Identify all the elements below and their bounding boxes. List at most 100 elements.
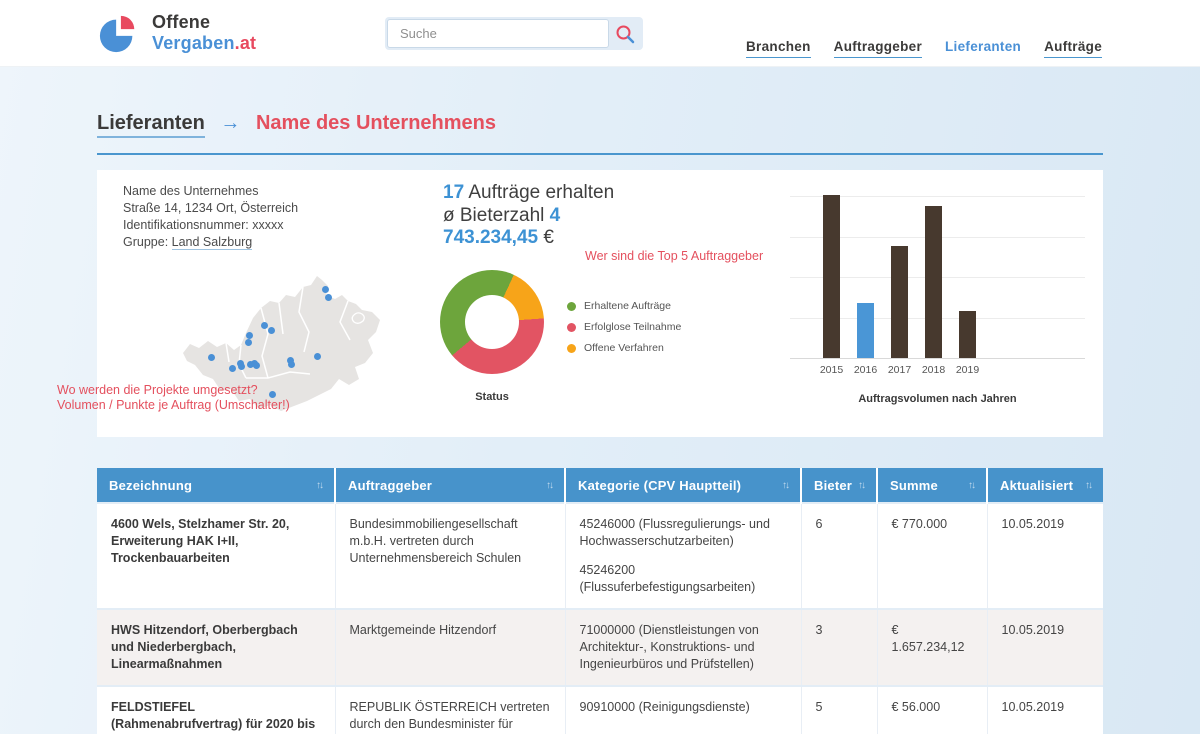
cell-summe: € 770.000 [877, 503, 987, 609]
legend-dot-green [567, 302, 576, 311]
sort-icon: ↑↓ [858, 480, 864, 491]
map-dot [245, 339, 252, 346]
sort-icon: ↑↓ [316, 480, 322, 491]
map-dot [246, 332, 253, 339]
company-identification: Identifikationsnummer: xxxxx [123, 217, 393, 234]
orders-label: Aufträge erhalten [468, 182, 614, 203]
search-button[interactable] [609, 19, 641, 48]
cell-aktualisiert: 10.05.2019 [987, 609, 1103, 686]
column-header-bieter[interactable]: Bieter↑↓ [801, 468, 877, 503]
contracts-table: Bezeichnung↑↓ Auftraggeber↑↓ Kategorie (… [97, 468, 1103, 734]
key-stats: 17 Aufträge erhalten ø Bieterzahl 4 743.… [443, 182, 614, 250]
page-title: Name des Unternehmens [256, 112, 496, 134]
search-icon [614, 23, 636, 45]
legend-label: Erfolglose Teilnahme [584, 321, 681, 333]
sort-icon: ↑↓ [782, 480, 788, 491]
company-name: Name des Unternehmes [123, 183, 393, 200]
currency-sign: € [543, 227, 554, 248]
orders-count: 17 [443, 182, 464, 203]
legend-dot-red [567, 323, 576, 332]
nav-item-auftraggeber[interactable]: Auftraggeber [834, 39, 922, 58]
cell-summe: € 56.000 [877, 686, 987, 734]
table-row[interactable]: HWS Hitzendorf, Oberbergbach und Niederb… [97, 609, 1103, 686]
main-navigation: Branchen Auftraggeber Lieferanten Aufträ… [746, 39, 1102, 58]
breadcrumb-link-lieferanten[interactable]: Lieferanten [97, 112, 205, 138]
bar-chart-title: Auftragsvolumen nach Jahren [790, 393, 1085, 405]
cpv-code: 45246200 (Flussuferbefestigungsarbeiten) [580, 562, 787, 596]
cell-kategorie: 90910000 (Reinigungsdienste) [565, 686, 801, 734]
table-header-row: Bezeichnung↑↓ Auftraggeber↑↓ Kategorie (… [97, 468, 1103, 503]
cell-summe: € 1.657.234,12 [877, 609, 987, 686]
cell-aktualisiert: 10.05.2019 [987, 686, 1103, 734]
legend-label: Offene Verfahren [584, 342, 664, 354]
column-header-bezeichnung[interactable]: Bezeichnung↑↓ [97, 468, 335, 503]
sort-icon: ↑↓ [1085, 480, 1091, 491]
table-row[interactable]: FELDSTIEFEL (Rahmenabrufvertrag) für 202… [97, 686, 1103, 734]
cell-bezeichnung: FELDSTIEFEL (Rahmenabrufvertrag) für 202… [97, 686, 335, 734]
column-header-summe[interactable]: Summe↑↓ [877, 468, 987, 503]
column-header-aktualisiert[interactable]: Aktualisiert↑↓ [987, 468, 1103, 503]
nav-item-lieferanten[interactable]: Lieferanten [945, 39, 1021, 58]
breadcrumb-arrow-icon: → [220, 112, 240, 134]
sort-icon: ↑↓ [968, 480, 974, 491]
logo-word-at: .at [235, 33, 257, 53]
legend-item-erfolglose: Erfolglose Teilnahme [567, 321, 681, 333]
cell-bieter: 5 [801, 686, 877, 734]
top-header: Offene Vergaben.at Branchen Auftraggeber… [0, 0, 1200, 67]
map-dot [229, 365, 236, 372]
cell-auftraggeber: Bundesimmobiliengesellschaft m.b.H. vert… [335, 503, 565, 609]
bar-2018 [925, 206, 942, 358]
map-dot [269, 391, 276, 398]
map-dot [261, 322, 268, 329]
page: { "colors": { "accent_blue": "#4a96ce", … [0, 0, 1200, 734]
map-toggle-annotation: Volumen / Punkte je Auftrag (Umschalter!… [57, 398, 290, 413]
section-divider [97, 153, 1103, 155]
cpv-code: 90910000 (Reinigungsdienste) [580, 699, 787, 716]
cell-kategorie: 45246000 (Flussregulierungs- und Hochwas… [565, 503, 801, 609]
cell-aktualisiert: 10.05.2019 [987, 503, 1103, 609]
cell-bieter: 6 [801, 503, 877, 609]
cell-kategorie: 71000000 (Dienstleistungen von Architekt… [565, 609, 801, 686]
map-dot [253, 362, 260, 369]
site-logo[interactable]: Offene Vergaben.at [98, 10, 256, 56]
company-info: Name des Unternehmes Straße 14, 1234 Ort… [123, 183, 393, 251]
map-dot [322, 286, 329, 293]
donut-chart-title: Status [440, 391, 544, 403]
bar-2016 [857, 303, 874, 358]
total-sum: 743.234,45 [443, 227, 538, 248]
group-label: Gruppe: [123, 235, 172, 249]
sort-icon: ↑↓ [546, 480, 552, 491]
bar-2019 [959, 311, 976, 358]
table-row[interactable]: 4600 Wels, Stelzhamer Str. 20, Erweiteru… [97, 503, 1103, 609]
company-group: Gruppe: Land Salzburg [123, 234, 393, 251]
cpv-code: 45246000 (Flussregulierungs- und Hochwas… [580, 516, 787, 550]
breadcrumb: Lieferanten → Name des Unternehmens [97, 112, 496, 135]
legend-label: Erhaltene Aufträge [584, 300, 671, 312]
cell-bezeichnung: HWS Hitzendorf, Oberbergbach und Niederb… [97, 609, 335, 686]
bar-chart-volume-by-year: 20152016201720182019 [790, 196, 1085, 359]
column-header-kategorie[interactable]: Kategorie (CPV Hauptteil)↑↓ [565, 468, 801, 503]
logo-text: Offene Vergaben.at [152, 12, 256, 54]
bar-2017 [891, 246, 908, 358]
group-link[interactable]: Land Salzburg [172, 235, 253, 250]
bidders-count: 4 [550, 205, 561, 226]
map-question-annotation: Wo werden die Projekte umgesetzt? [57, 383, 258, 398]
column-header-auftraggeber[interactable]: Auftraggeber↑↓ [335, 468, 565, 503]
nav-item-auftraege[interactable]: Aufträge [1044, 39, 1102, 58]
legend-item-offene: Offene Verfahren [567, 342, 681, 354]
map-dot [268, 327, 275, 334]
nav-item-branchen[interactable]: Branchen [746, 39, 811, 58]
total-sum-line: 743.234,45 € [443, 227, 614, 250]
cell-auftraggeber: REPUBLIK ÖSTERREICH vertreten durch den … [335, 686, 565, 734]
search-bar [385, 17, 643, 50]
company-address: Straße 14, 1234 Ort, Österreich [123, 200, 393, 217]
logo-word-offene: Offene [152, 12, 256, 33]
map-dot [314, 353, 321, 360]
legend-item-erhaltene: Erhaltene Aufträge [567, 300, 681, 312]
logo-word-vergaben: Vergaben [152, 33, 235, 53]
status-donut-chart [440, 270, 544, 374]
search-input[interactable] [387, 19, 609, 48]
cpv-code: 71000000 (Dienstleistungen von Architekt… [580, 622, 787, 673]
donut-legend: Erhaltene Aufträge Erfolglose Teilnahme … [567, 300, 681, 363]
map-dot [288, 361, 295, 368]
